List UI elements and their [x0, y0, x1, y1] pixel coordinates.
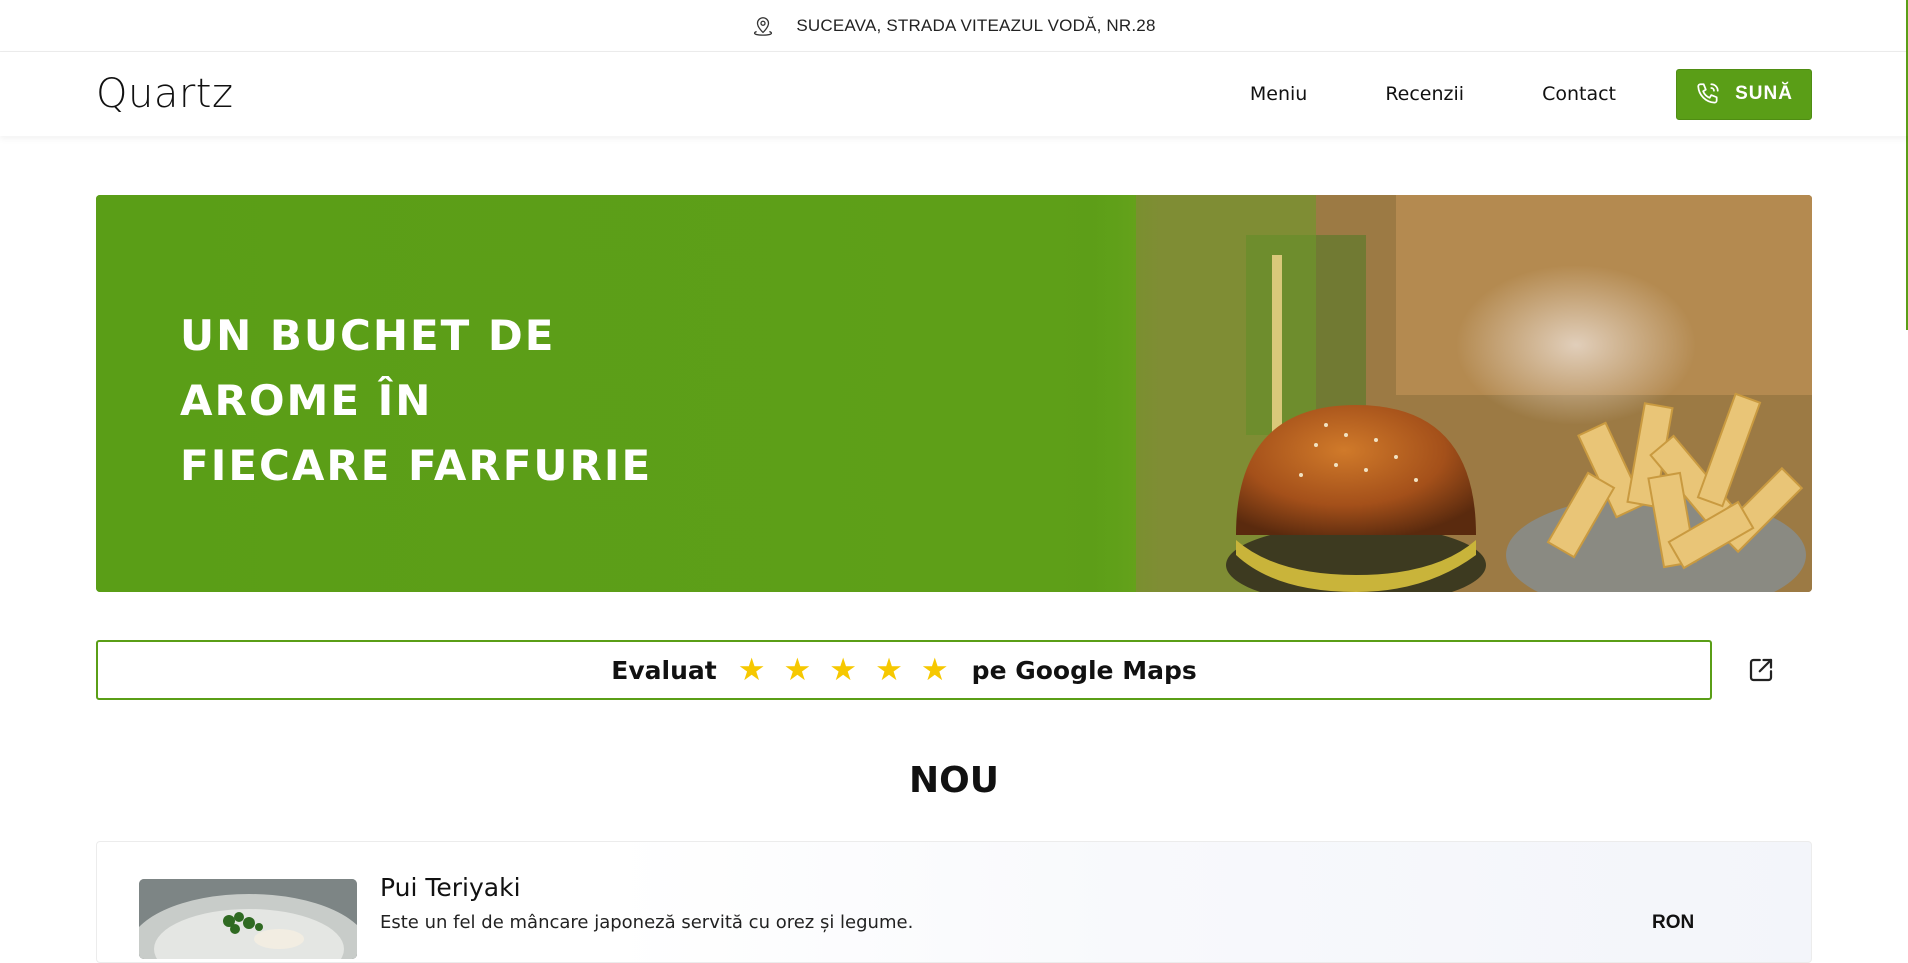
address-bar: SUCEAVA, STRADA VITEAZUL VODĂ, NR.28: [0, 0, 1908, 52]
nav-item-meniu[interactable]: Meniu: [1250, 83, 1307, 105]
address-text: SUCEAVA, STRADA VITEAZUL VODĂ, NR.28: [796, 15, 1156, 35]
main-nav: Meniu Recenzii Contact SUNĂ: [1172, 68, 1812, 120]
star-icon: ★: [737, 651, 766, 688]
star-icon: ★: [875, 651, 903, 688]
menu-item-image: [139, 879, 357, 959]
star-icon: ★: [920, 651, 949, 688]
hero-title: UN BUCHET DE AROME ÎN FIECARE FARFURIE: [180, 303, 652, 498]
location-pin-icon: [754, 16, 773, 36]
star-icon: ★: [783, 651, 812, 688]
menu-item-name: Pui Teriyaki: [380, 873, 521, 902]
rating-stars: ★ ★ ★ ★ ★: [729, 651, 958, 688]
google-maps-rating[interactable]: Evaluat ★ ★ ★ ★ ★ pe Google Maps: [96, 640, 1712, 700]
hero-banner: UN BUCHET DE AROME ÎN FIECARE FARFURIE: [96, 195, 1812, 592]
menu-item-currency: RON: [1652, 912, 1695, 933]
hero-title-line-2: AROME ÎN: [180, 376, 433, 425]
rating-prefix: Evaluat: [611, 655, 717, 685]
hero-title-line-3: FIECARE FARFURIE: [180, 441, 653, 490]
main-header: Quartz Meniu Recenzii Contact SUNĂ: [0, 52, 1908, 136]
star-icon: ★: [829, 651, 858, 688]
call-button[interactable]: SUNĂ: [1676, 68, 1812, 120]
call-button-label: SUNĂ: [1735, 83, 1793, 104]
nav-item-contact[interactable]: Contact: [1542, 83, 1616, 105]
site-logo[interactable]: Quartz: [96, 71, 233, 117]
section-title-nou: NOU: [909, 760, 999, 801]
hero-title-line-1: UN BUCHET DE: [180, 311, 556, 360]
menu-item-card[interactable]: Pui Teriyaki Este un fel de mâncare japo…: [96, 841, 1812, 963]
phone-icon: [1697, 83, 1719, 104]
rating-suffix: pe Google Maps: [971, 655, 1197, 685]
external-link-icon[interactable]: [1746, 655, 1776, 685]
nav-item-recenzii[interactable]: Recenzii: [1385, 83, 1464, 105]
